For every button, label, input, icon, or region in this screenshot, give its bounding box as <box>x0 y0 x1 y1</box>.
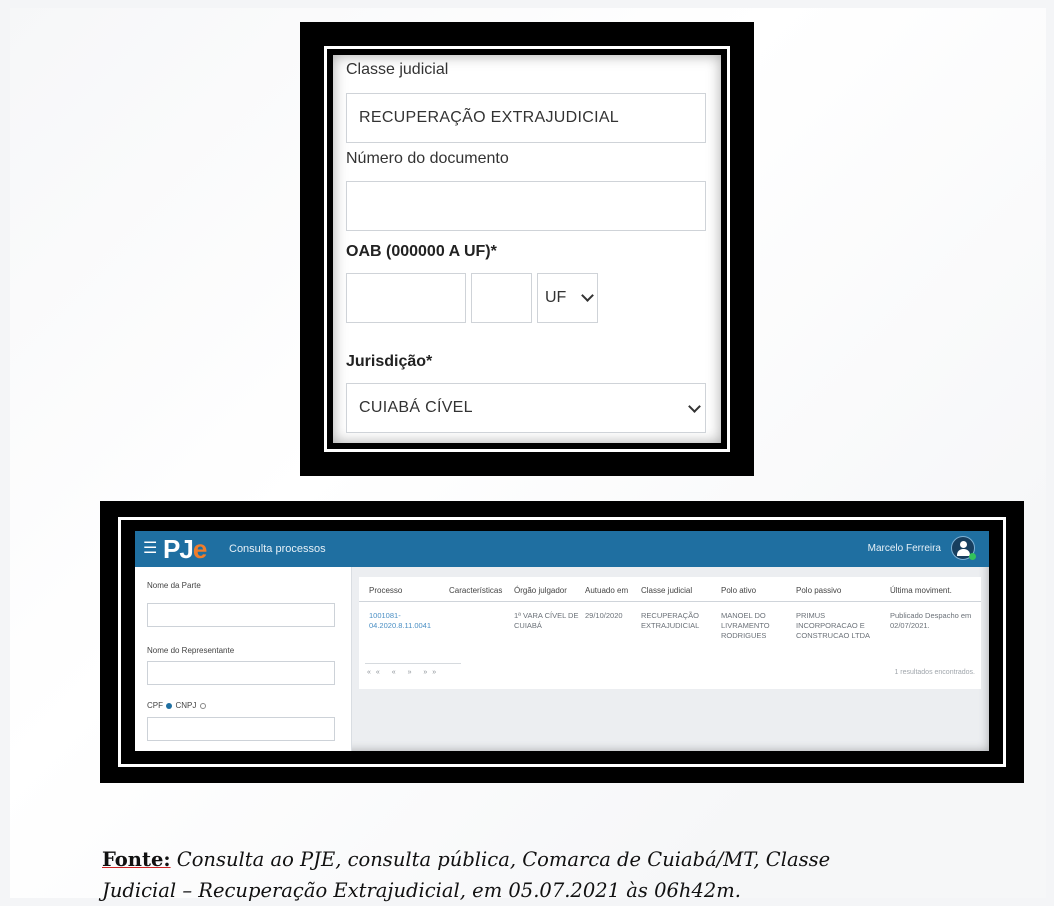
oab-letter-input[interactable] <box>471 273 532 323</box>
pje-screenshot-frame: ☰ PJe Consulta processos Marcelo Ferreir… <box>100 501 1024 783</box>
nome-representante-label: Nome do Representante <box>147 646 235 655</box>
processo-link[interactable]: 1001081-04.2020.8.11.0041 <box>369 611 443 631</box>
form-screenshot-frame: Classe judicial RECUPERAÇÃO EXTRAJUDICIA… <box>300 22 754 476</box>
caption-text-line2: Judicial – Recuperação Extrajudicial, em… <box>102 879 741 902</box>
filter-sidebar: Nome da Parte Nome do Representante CPF … <box>135 567 352 751</box>
cpf-input[interactable] <box>147 717 335 741</box>
col-header-polo-passivo[interactable]: Polo passivo <box>796 586 841 595</box>
classe-cell: RECUPERAÇÃO EXTRAJUDICIAL <box>641 611 700 630</box>
col-header-orgao[interactable]: Órgão julgador <box>514 586 567 595</box>
col-header-processo[interactable]: Processo <box>369 586 402 595</box>
pje-app: ☰ PJe Consulta processos Marcelo Ferreir… <box>135 531 989 751</box>
oab-number-input[interactable] <box>346 273 466 323</box>
col-header-polo-ativo[interactable]: Polo ativo <box>721 586 756 595</box>
col-header-autuado[interactable]: Autuado em <box>585 586 628 595</box>
document-page: Classe judicial RECUPERAÇÃO EXTRAJUDICIA… <box>10 8 1046 902</box>
jurisdicao-select[interactable]: CUIABÁ CÍVEL <box>346 383 706 433</box>
numero-documento-input[interactable] <box>346 181 706 231</box>
nome-parte-label: Nome da Parte <box>147 581 201 590</box>
pje-logo: PJe <box>163 534 207 564</box>
document-type-radios: CPF CNPJ <box>147 701 207 710</box>
online-status-icon <box>969 553 976 560</box>
orgao-cell: 1ª VARA CÍVEL DE CUIABÁ <box>514 611 579 630</box>
uf-select-value: UF <box>545 289 567 306</box>
nome-representante-input[interactable] <box>147 661 335 685</box>
nome-parte-input[interactable] <box>147 603 335 627</box>
classe-judicial-input[interactable]: RECUPERAÇÃO EXTRAJUDICIAL <box>346 93 706 143</box>
numero-documento-label: Número do documento <box>346 150 509 167</box>
search-form-panel: Classe judicial RECUPERAÇÃO EXTRAJUDICIA… <box>333 55 721 443</box>
autuado-cell: 29/10/2020 <box>585 611 623 620</box>
cpf-radio[interactable] <box>166 702 173 709</box>
caption-fonte-label: Fonte: <box>102 848 171 871</box>
avatar[interactable] <box>951 536 976 560</box>
oab-uf-select[interactable]: UF <box>537 273 598 323</box>
jurisdicao-label: Jurisdição* <box>346 353 433 370</box>
caption-text-line1: Consulta ao PJE, consulta pública, Comar… <box>170 848 831 871</box>
polo-passivo-cell: PRIMUS INCORPORACAO E CONSTRUCAO LTDA <box>796 611 871 640</box>
user-name[interactable]: Marcelo Ferreira <box>868 543 941 554</box>
hamburger-icon[interactable]: ☰ <box>143 541 157 557</box>
col-header-classe[interactable]: Classe judicial <box>641 586 692 595</box>
page-title: Consulta processos <box>229 543 326 555</box>
jurisdicao-value: CUIABÁ CÍVEL <box>359 399 473 416</box>
chevron-down-icon <box>581 289 594 302</box>
ultima-cell: Publicado Despacho em 02/07/2021. <box>890 611 972 630</box>
classe-judicial-label: Classe judicial <box>346 61 449 78</box>
polo-ativo-cell: MANOEL DO LIVRAMENTO RODRIGUES <box>721 611 770 640</box>
result-count: 1 resultados encontrados. <box>894 669 975 676</box>
app-header: ☰ PJe Consulta processos Marcelo Ferreir… <box>135 531 989 567</box>
user-icon <box>960 541 967 548</box>
divider <box>365 663 461 664</box>
divider <box>359 601 981 602</box>
chevron-down-icon <box>688 400 701 413</box>
oab-label: OAB (000000 A UF)* <box>346 243 497 260</box>
col-header-ultima[interactable]: Última moviment. <box>890 586 952 595</box>
cnpj-radio[interactable] <box>199 702 206 709</box>
col-header-caracteristicas[interactable]: Características <box>449 586 502 595</box>
results-table: Processo Características Órgão julgador … <box>359 577 981 689</box>
pagination[interactable]: «« « » »» <box>367 669 441 676</box>
figure-caption: Fonte: Consulta ao PJE, consulta pública… <box>102 844 982 906</box>
